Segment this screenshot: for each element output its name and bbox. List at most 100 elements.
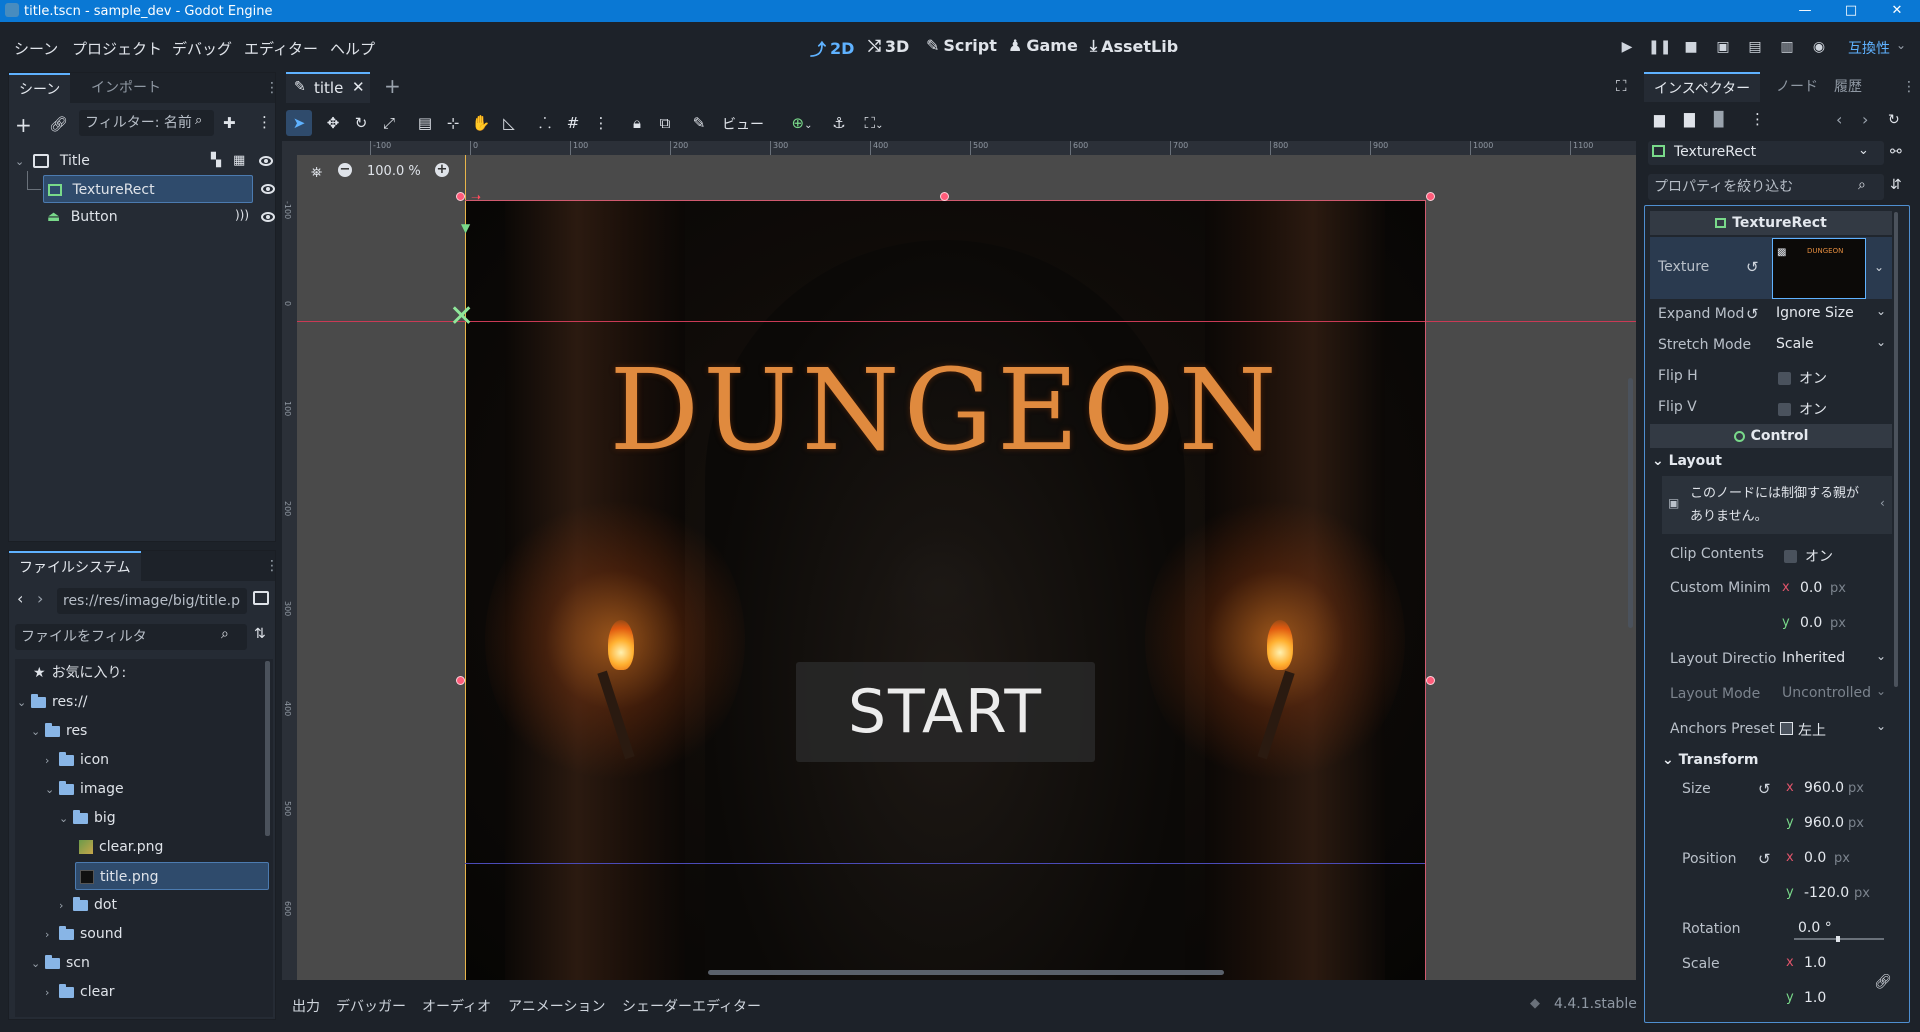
- anchor-icon[interactable]: ⚓︎: [826, 110, 852, 136]
- tab-filesystem[interactable]: ファイルシステム: [9, 551, 141, 581]
- tab-history[interactable]: 履歴: [1824, 72, 1872, 102]
- new-resource-icon[interactable]: ▆: [1654, 112, 1665, 128]
- start-button[interactable]: START: [796, 662, 1095, 762]
- minimize-button[interactable]: —: [1782, 0, 1828, 22]
- expand-mode-select[interactable]: Ignore Size ⌄: [1770, 302, 1890, 326]
- size-x-field[interactable]: x 960.0 px: [1782, 776, 1890, 802]
- rotate-tool-icon[interactable]: ↻: [348, 110, 374, 136]
- add-node-icon[interactable]: +: [15, 113, 32, 137]
- flip-v-checkbox[interactable]: オン: [1778, 399, 1827, 419]
- workspace-script-button[interactable]: ✎ Script: [926, 36, 997, 55]
- path-field[interactable]: res://res/image/big/title.p: [57, 588, 247, 614]
- tab-scene[interactable]: シーン: [9, 73, 71, 103]
- file-clear-png[interactable]: clear.png: [79, 833, 163, 861]
- position-x-field[interactable]: x 0.0 px: [1782, 846, 1890, 872]
- tree-node-texturerect[interactable]: TextureRect: [43, 175, 253, 203]
- selectable-nodes-icon[interactable]: ▤: [412, 110, 438, 136]
- zoom-in-icon[interactable]: +: [435, 163, 449, 177]
- custom-min-x-field[interactable]: x 0.0 px: [1778, 576, 1890, 602]
- sort-icon[interactable]: ⇅: [254, 626, 266, 642]
- play-scene-icon[interactable]: ▤: [1744, 36, 1766, 58]
- visibility-eye-icon[interactable]: [261, 184, 275, 194]
- resize-handle-right[interactable]: [1426, 676, 1435, 685]
- chevron-down-icon[interactable]: ⌄: [1874, 260, 1884, 274]
- link-scale-icon[interactable]: 🔗︎: [1874, 974, 1892, 990]
- transform-section[interactable]: ⌄ Transform: [1662, 750, 1758, 768]
- folder-sound[interactable]: › sound: [45, 920, 123, 948]
- file-tree-scrollbar[interactable]: [265, 661, 270, 836]
- folder-scn[interactable]: ⌄ scn: [31, 949, 90, 977]
- close-window-button[interactable]: ✕: [1874, 0, 1920, 22]
- position-y-field[interactable]: y -120.0 px: [1782, 881, 1890, 907]
- object-history-icon[interactable]: ↻: [1888, 112, 1900, 128]
- pivot-tool-icon[interactable]: ⊹: [440, 110, 466, 136]
- kebab-menu-icon[interactable]: ⋮: [265, 80, 279, 96]
- history-back-icon[interactable]: ‹: [1836, 110, 1842, 129]
- x-axis-gizmo-icon[interactable]: ➝: [471, 190, 481, 204]
- menu-project[interactable]: プロジェクト: [72, 38, 162, 59]
- close-tab-icon[interactable]: ✕: [352, 78, 365, 96]
- chevron-left-icon[interactable]: ‹: [1880, 496, 1885, 510]
- ruler-tool-icon[interactable]: ◺: [496, 110, 522, 136]
- y-axis-gizmo-icon[interactable]: ▼: [461, 221, 470, 235]
- node-docs-icon[interactable]: ⚯: [1890, 144, 1902, 160]
- split-view-icon[interactable]: [253, 591, 269, 605]
- tab-output[interactable]: 出力: [292, 996, 320, 1016]
- folder-icon-dir[interactable]: › icon: [45, 746, 109, 774]
- inspector-options-icon[interactable]: ⇵: [1890, 177, 1902, 193]
- file-title-png[interactable]: title.png: [75, 862, 269, 890]
- layout-section[interactable]: ⌄ Layout: [1652, 451, 1722, 469]
- save-resource-icon[interactable]: ▉: [1714, 112, 1725, 128]
- tab-node[interactable]: ノード: [1766, 72, 1828, 102]
- layout-direction-select[interactable]: Inherited ⌄: [1776, 646, 1890, 672]
- workspace-game-button[interactable]: ♟ Game: [1008, 36, 1078, 55]
- node-selector[interactable]: TextureRect ⌄: [1648, 141, 1884, 165]
- tab-title-scene[interactable]: ✎ title ✕: [286, 72, 370, 103]
- menu-editor[interactable]: エディター: [244, 38, 318, 59]
- menu-scene[interactable]: シーン: [14, 38, 58, 59]
- flip-h-checkbox[interactable]: オン: [1778, 368, 1827, 388]
- group-selected-icon[interactable]: ⧉: [652, 110, 678, 136]
- folder-big[interactable]: ⌄ big: [59, 804, 116, 832]
- scale-tool-icon[interactable]: ⤢: [376, 110, 402, 136]
- play-icon[interactable]: ▶: [1616, 36, 1638, 58]
- scale-y-field[interactable]: y 1.0: [1782, 986, 1872, 1012]
- revert-icon[interactable]: ↺: [1746, 305, 1759, 323]
- scale-x-field[interactable]: x 1.0: [1782, 951, 1872, 977]
- stretch-mode-select[interactable]: Scale ⌄: [1770, 333, 1890, 357]
- tab-debugger[interactable]: デバッガー: [336, 996, 406, 1016]
- horizontal-scrollbar[interactable]: [708, 970, 1224, 975]
- attach-script-icon[interactable]: ✚: [223, 114, 236, 132]
- fullscreen-icon[interactable]: ⛶: [1616, 77, 1627, 95]
- signal-icon[interactable]: ))): [235, 208, 249, 222]
- link-icon[interactable]: 🔗︎: [49, 115, 68, 133]
- kebab-menu-icon[interactable]: ⋮: [265, 558, 279, 574]
- property-filter-input[interactable]: プロパティを絞り込む: [1648, 174, 1884, 200]
- view-menu[interactable]: ビュー: [722, 114, 764, 134]
- resize-handle-left[interactable]: [456, 676, 465, 685]
- visibility-eye-icon[interactable]: [261, 212, 275, 222]
- select-tool-icon[interactable]: ➤: [286, 110, 312, 136]
- visibility-eye-icon[interactable]: [259, 156, 273, 166]
- back-icon[interactable]: ‹: [17, 589, 23, 608]
- folder-dot[interactable]: › dot: [59, 891, 117, 919]
- play-custom-scene-icon[interactable]: ▥: [1776, 36, 1798, 58]
- load-resource-icon[interactable]: ▇: [1684, 112, 1695, 128]
- rotation-slider[interactable]: 0.0 °: [1782, 916, 1890, 942]
- folder-image[interactable]: ⌄ image: [45, 775, 124, 803]
- add-tab-icon[interactable]: +: [384, 74, 401, 98]
- script-icon[interactable]: ▚: [211, 147, 221, 175]
- remote-debug-icon[interactable]: ▣: [1712, 36, 1734, 58]
- tab-shader-editor[interactable]: シェーダーエディター: [622, 996, 761, 1016]
- tab-animation[interactable]: アニメーション: [508, 996, 605, 1016]
- center-view-icon[interactable]: ⛯: [311, 165, 322, 181]
- group-icon[interactable]: ▦: [233, 147, 245, 175]
- scene-menu-icon[interactable]: ⋮: [257, 113, 272, 131]
- revert-icon[interactable]: ↺: [1746, 258, 1759, 276]
- anchor-presets-icon[interactable]: ⊕⌄: [784, 110, 820, 136]
- kebab-menu-icon[interactable]: ⋮: [1902, 79, 1916, 95]
- history-forward-icon[interactable]: ›: [1862, 110, 1868, 129]
- menu-debug[interactable]: デバッグ: [172, 38, 232, 59]
- tab-inspector[interactable]: インスペクター: [1644, 72, 1761, 102]
- scene-filter-input[interactable]: フィルター: 名前: [79, 110, 214, 136]
